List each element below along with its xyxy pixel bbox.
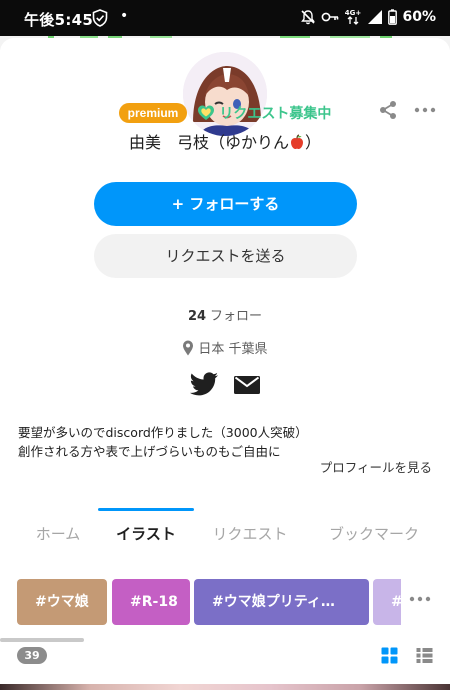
profile-card: premium リクエスト募集中 由美 弓枝（ゆかりん ） + フォローする リ…	[0, 38, 450, 690]
grid-view-icon[interactable]	[381, 647, 398, 664]
status-bar: 午後5:45 • 4G+ 60%	[0, 0, 450, 36]
result-count-badge: 39	[17, 647, 47, 664]
username-text: 由美 弓枝（ゆかりん	[128, 133, 289, 152]
see-profile-link[interactable]: プロフィールを見る	[320, 457, 432, 476]
mail-icon[interactable]	[233, 372, 261, 398]
social-links	[0, 372, 450, 398]
tab-home[interactable]: ホーム	[20, 508, 96, 558]
signal-icon	[368, 10, 383, 24]
key-icon	[322, 12, 339, 22]
premium-badge: premium	[118, 103, 188, 123]
battery-icon	[388, 9, 398, 25]
shield-check-icon	[92, 9, 108, 27]
notification-dot: •	[120, 8, 129, 24]
request-status[interactable]: リクエスト募集中	[197, 103, 331, 123]
tags-more-icon[interactable]	[408, 592, 432, 606]
follow-button[interactable]: + フォローする	[94, 182, 357, 226]
location-pin-icon	[183, 340, 194, 355]
tag-list: #ウマ娘 #R-18 #ウマ娘プリティ… #	[17, 579, 401, 625]
tag-uma-musume[interactable]: #ウマ娘	[17, 579, 107, 625]
apple-emoji-icon	[291, 134, 303, 149]
follow-count-label: フォロー	[210, 309, 263, 324]
network-icon: 4G+	[345, 9, 362, 25]
location: 日本 千葉県	[0, 338, 450, 357]
status-time: 午後5:45	[24, 11, 94, 29]
tag-partial[interactable]: #	[373, 579, 401, 625]
tag-uma-musume-pretty[interactable]: #ウマ娘プリティ…	[194, 579, 369, 625]
bio: 要望が多いのでdiscord作りました（3000人突破） 創作される方や表で上げ…	[18, 423, 432, 461]
avatar[interactable]	[181, 50, 269, 138]
mute-icon	[301, 10, 316, 25]
battery-percent: 60%	[402, 9, 436, 25]
tag-r18[interactable]: #R-18	[112, 579, 190, 625]
tab-requests[interactable]: リクエスト	[200, 508, 300, 558]
tag-scrollbar[interactable]	[0, 638, 84, 642]
request-status-label: リクエスト募集中	[219, 106, 332, 122]
badge-row: premium リクエスト募集中	[0, 103, 450, 123]
status-icons: 4G+ 60%	[300, 8, 436, 26]
send-request-button[interactable]: リクエストを送る	[94, 234, 357, 278]
profile-tabs: ホーム イラスト リクエスト ブックマーク	[0, 508, 450, 558]
username: 由美 弓枝（ゆかりん ）	[0, 129, 450, 153]
username-suffix: ）	[305, 133, 322, 152]
list-view-icon[interactable]	[416, 647, 433, 664]
follow-count[interactable]: 24 フォロー	[0, 305, 450, 324]
location-text: 日本 千葉県	[198, 342, 268, 357]
bio-line-1: 要望が多いのでdiscord作りました（3000人突破）	[18, 425, 308, 440]
tab-bookmarks[interactable]: ブックマーク	[312, 508, 436, 558]
request-heart-icon	[198, 105, 215, 120]
twitter-icon[interactable]	[189, 372, 219, 398]
follow-count-value: 24	[187, 309, 207, 324]
network-label: 4G+	[345, 9, 362, 17]
artwork-thumbnail-strip[interactable]	[0, 684, 450, 690]
tab-illustrations[interactable]: イラスト	[98, 508, 194, 558]
